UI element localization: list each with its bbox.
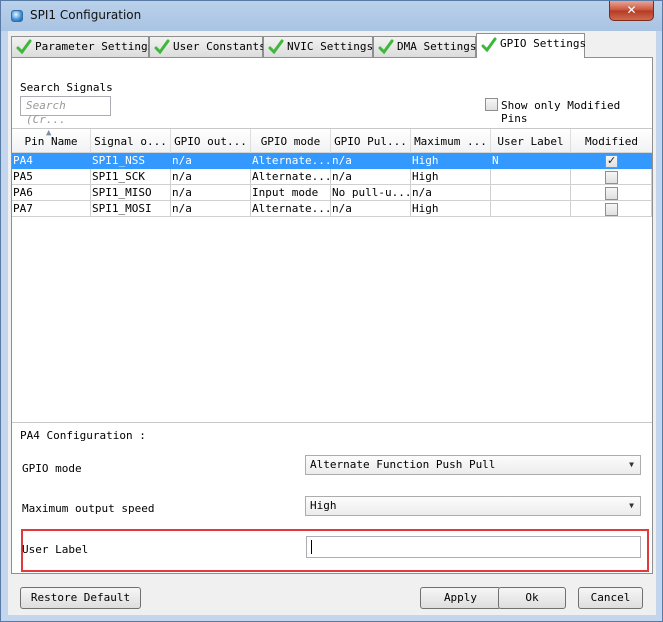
cell-pin-name: PA5 xyxy=(12,169,91,185)
check-icon xyxy=(481,37,497,53)
cell-gpio-pull: n/a xyxy=(331,201,411,217)
chevron-down-icon: ▼ xyxy=(629,501,634,510)
cell-pin-name: PA7 xyxy=(12,201,91,217)
user-label-label: User Label xyxy=(22,543,89,556)
user-label-input[interactable] xyxy=(306,536,641,558)
cell-user-label xyxy=(491,185,571,201)
table-row[interactable]: PA7 SPI1_MOSI n/a Alternate... n/a High xyxy=(12,201,652,217)
cell-max-speed: n/a xyxy=(411,185,491,201)
tab-user-constants[interactable]: User Constants xyxy=(149,36,266,57)
modified-checkbox[interactable] xyxy=(605,171,618,184)
cell-gpio-output: n/a xyxy=(171,169,251,185)
window-title: SPI1 Configuration xyxy=(30,8,142,22)
search-input[interactable]: Search (Cr... xyxy=(20,96,111,126)
cell-signal: SPI1_SCK xyxy=(91,169,171,185)
gpio-mode-select[interactable]: Alternate Function Push Pull ▼ xyxy=(305,455,641,475)
dialog-body: Parameter Settings User Constants NVIC S… xyxy=(8,31,656,615)
check-icon xyxy=(154,39,170,55)
cell-signal: SPI1_MOSI xyxy=(91,201,171,217)
cell-gpio-mode: Alternate... xyxy=(251,153,331,169)
table-row[interactable]: PA4 SPI1_NSS n/a Alternate... n/a High N xyxy=(12,153,652,169)
cell-signal: SPI1_NSS xyxy=(91,153,171,169)
app-icon xyxy=(11,10,23,22)
cell-signal: SPI1_MISO xyxy=(91,185,171,201)
tab-label: DMA Settings xyxy=(397,40,477,53)
cell-gpio-output: n/a xyxy=(171,185,251,201)
table-header: ▲ Pin Name Signal o... GPIO out... GPIO … xyxy=(12,129,652,153)
cell-gpio-mode: Alternate... xyxy=(251,201,331,217)
cell-gpio-mode: Input mode xyxy=(251,185,331,201)
column-header-pin-name[interactable]: ▲ Pin Name xyxy=(12,129,91,153)
check-icon xyxy=(378,39,394,55)
tab-label: NVIC Settings xyxy=(287,40,374,53)
tab-gpio-settings[interactable]: GPIO Settings xyxy=(476,33,587,58)
tab-label: User Constants xyxy=(173,40,266,53)
apply-button[interactable]: Apply xyxy=(420,587,501,609)
max-speed-select[interactable]: High ▼ xyxy=(305,496,641,516)
cell-gpio-pull: n/a xyxy=(331,169,411,185)
cell-modified xyxy=(571,201,652,217)
cell-modified xyxy=(571,169,652,185)
cell-gpio-output: n/a xyxy=(171,201,251,217)
modified-checkbox[interactable] xyxy=(605,153,618,168)
table-row[interactable]: PA5 SPI1_SCK n/a Alternate... n/a High xyxy=(12,169,652,185)
restore-default-button[interactable]: Restore Default xyxy=(20,587,141,609)
tab-strip: Parameter Settings User Constants NVIC S… xyxy=(11,33,651,58)
modified-checkbox[interactable] xyxy=(605,187,618,200)
cell-user-label xyxy=(491,169,571,185)
modified-checkbox[interactable] xyxy=(605,203,618,216)
cell-gpio-mode: Alternate... xyxy=(251,169,331,185)
sort-ascending-icon: ▲ xyxy=(46,129,52,138)
cell-user-label xyxy=(491,201,571,217)
dialog-window: SPI1 Configuration ✕ Parameter Settings … xyxy=(0,0,663,622)
close-button[interactable]: ✕ xyxy=(609,1,654,21)
table-row[interactable]: PA6 SPI1_MISO n/a Input mode No pull-u... n/a xyxy=(12,185,652,201)
check-icon xyxy=(268,39,284,55)
tab-parameter-settings[interactable]: Parameter Settings xyxy=(11,36,154,57)
config-group-title: PA4 Configuration : xyxy=(20,429,146,442)
text-caret xyxy=(311,540,312,554)
cell-gpio-output: n/a xyxy=(171,153,251,169)
column-header-gpio-pull[interactable]: GPIO Pul... xyxy=(331,129,411,153)
cell-pin-name: PA6 xyxy=(12,185,91,201)
column-header-max-speed[interactable]: Maximum ... xyxy=(411,129,491,153)
cell-gpio-pull: No pull-u... xyxy=(331,185,411,201)
cell-modified xyxy=(571,153,652,169)
chevron-down-icon: ▼ xyxy=(629,460,634,469)
cell-gpio-pull: n/a xyxy=(331,153,411,169)
cell-max-speed: High xyxy=(411,169,491,185)
tab-label: GPIO Settings xyxy=(500,37,587,50)
show-modified-checkbox[interactable] xyxy=(485,98,498,111)
cell-user-label: N xyxy=(491,153,571,169)
column-header-user-label[interactable]: User Label xyxy=(491,129,571,153)
cell-modified xyxy=(571,185,652,201)
cancel-button[interactable]: Cancel xyxy=(578,587,643,609)
gpio-mode-value: Alternate Function Push Pull xyxy=(310,458,496,471)
column-header-gpio-output[interactable]: GPIO out... xyxy=(171,129,251,153)
check-icon xyxy=(16,39,32,55)
column-header-signal[interactable]: Signal o... xyxy=(91,129,171,153)
ok-button[interactable]: Ok xyxy=(498,587,566,609)
tab-nvic-settings[interactable]: NVIC Settings xyxy=(263,36,373,57)
search-signals-label: Search Signals xyxy=(20,81,113,94)
show-modified-label: Show only Modified Pins xyxy=(501,99,621,125)
pin-table: ▲ Pin Name Signal o... GPIO out... GPIO … xyxy=(12,128,652,423)
max-speed-value: High xyxy=(310,499,337,512)
column-header-gpio-mode[interactable]: GPIO mode xyxy=(251,129,331,153)
cell-max-speed: High xyxy=(411,153,491,169)
title-bar[interactable]: SPI1 Configuration ✕ xyxy=(1,1,662,31)
gpio-mode-label: GPIO mode xyxy=(22,462,82,475)
tab-label: Parameter Settings xyxy=(35,40,155,53)
cell-max-speed: High xyxy=(411,201,491,217)
tab-dma-settings[interactable]: DMA Settings xyxy=(373,36,476,57)
gpio-settings-panel: Search Signals Search (Cr... Show only M… xyxy=(11,57,653,574)
cell-pin-name: PA4 xyxy=(12,153,91,169)
max-speed-label: Maximum output speed xyxy=(22,502,155,515)
column-header-modified[interactable]: Modified xyxy=(571,129,652,153)
